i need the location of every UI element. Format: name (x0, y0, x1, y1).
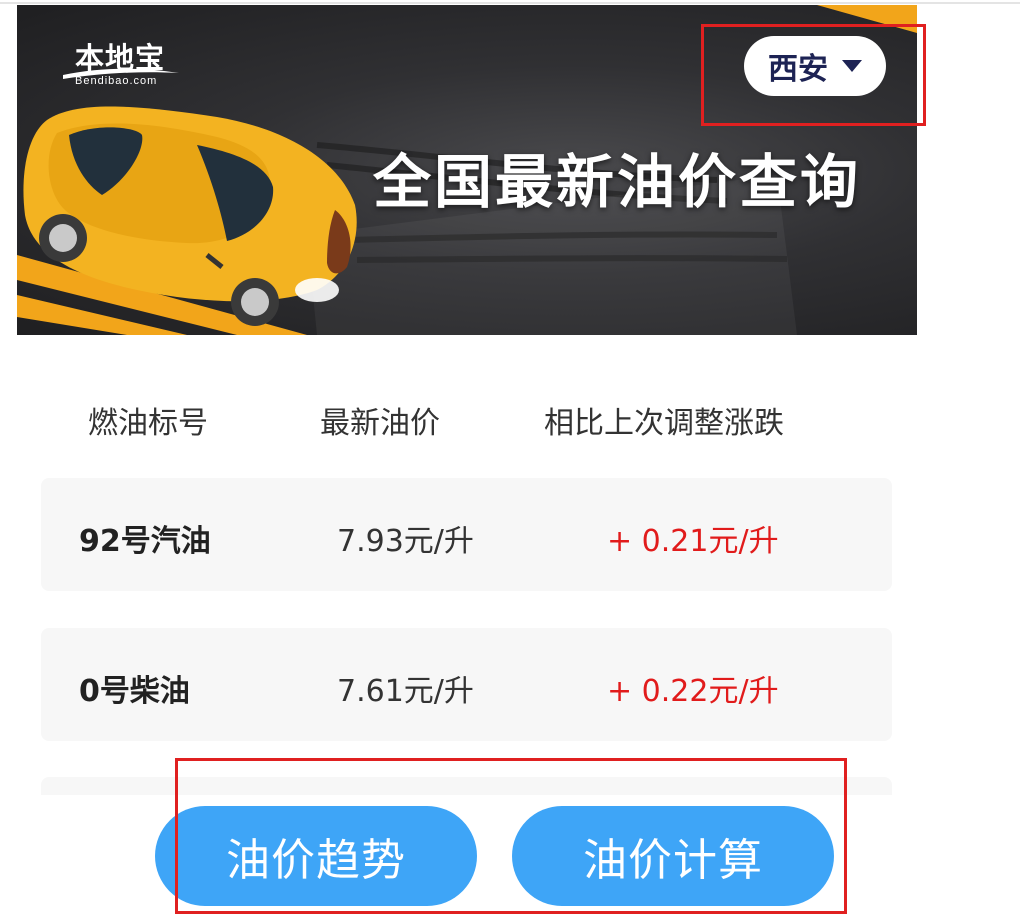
chevron-down-icon (842, 60, 862, 72)
fuel-price: 7.93元/升 (337, 524, 474, 559)
top-divider (0, 2, 1020, 4)
header-fuel-grade: 燃油标号 (88, 406, 208, 441)
header-price-change: 相比上次调整涨跌 (544, 406, 784, 441)
fuel-price: 7.61元/升 (337, 674, 474, 709)
fuel-row-92: 92号汽油 7.93元/升 + 0.21元/升 (41, 478, 892, 591)
header-latest-price: 最新油价 (320, 406, 440, 441)
hero-banner: 本地宝 Bendibao.com 全国最新油价查询 西安 (17, 5, 917, 335)
bendibao-logo[interactable]: 本地宝 Bendibao.com (61, 35, 181, 95)
fuel-row-0-diesel: 0号柴油 7.61元/升 + 0.22元/升 (41, 628, 892, 741)
city-selector[interactable]: 西安 (744, 36, 886, 96)
fuel-grade: 92号汽油 (79, 524, 211, 559)
logo-subtitle: Bendibao.com (75, 75, 158, 87)
fuel-price-change: + 0.21元/升 (607, 524, 779, 559)
fuel-price-change: + 0.22元/升 (607, 674, 779, 709)
banner-title: 全国最新油价查询 (373, 148, 862, 216)
oil-price-calculator-button[interactable]: 油价计算 (512, 806, 834, 906)
city-name: 西安 (768, 52, 828, 87)
oil-price-trend-button[interactable]: 油价趋势 (155, 806, 477, 906)
fuel-grade: 0号柴油 (79, 674, 190, 709)
fuel-row-partial (41, 777, 892, 795)
